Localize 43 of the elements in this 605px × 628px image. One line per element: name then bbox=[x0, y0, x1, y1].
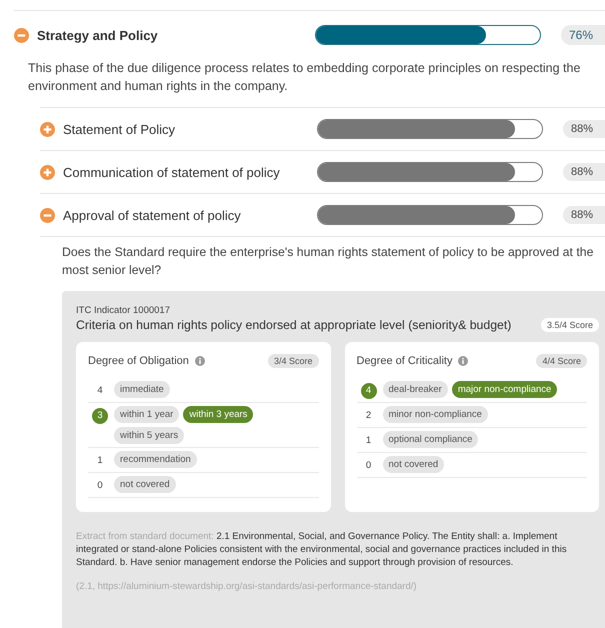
option-tag: not covered bbox=[382, 456, 444, 473]
score-badge: 3/4 Score bbox=[268, 354, 318, 368]
collapse-icon[interactable] bbox=[40, 208, 55, 222]
option-tag: within 5 years bbox=[114, 427, 184, 444]
section-description: This phase of the due diligence process relates to embedding corporate principles on respecting the environment and human rights in the company. bbox=[28, 60, 582, 95]
question-text: Does the Standard require the enterprise's human rights statement of policy to be approved at the most senior level? bbox=[62, 244, 594, 279]
score-marker: 3 bbox=[92, 408, 108, 424]
score-badge: 3.5/4 Score bbox=[540, 318, 599, 332]
subsection-title[interactable]: Communication of statement of policy bbox=[63, 164, 317, 180]
score-value: 1 bbox=[364, 434, 372, 448]
percent-badge: 88% bbox=[563, 206, 605, 224]
info-icon[interactable] bbox=[194, 356, 205, 366]
info-icon[interactable] bbox=[458, 356, 468, 366]
collapse-icon[interactable] bbox=[14, 28, 29, 42]
subsection-title[interactable]: Approval of statement of policy bbox=[63, 208, 317, 222]
option-tag: immediate bbox=[114, 381, 170, 398]
option-tag: optional compliance bbox=[382, 431, 478, 448]
option-tag: within 1 year bbox=[114, 406, 180, 423]
score-value: 2 bbox=[364, 409, 372, 423]
dimension-title: Degree of Criticality bbox=[356, 355, 452, 367]
score-marker: 4 bbox=[360, 383, 376, 399]
dimension-title: Degree of Obligation bbox=[88, 355, 189, 367]
expand-icon[interactable] bbox=[40, 164, 55, 180]
option-tag: deal-breaker bbox=[382, 381, 448, 398]
subsection-title[interactable]: Statement of Policy bbox=[63, 122, 317, 136]
option-tag: recommendation bbox=[114, 451, 197, 468]
option-tag: not covered bbox=[114, 476, 176, 493]
indicator-label: ITC Indicator 1000017 bbox=[76, 305, 172, 316]
percent-badge: 88% bbox=[563, 163, 605, 181]
score-value: 0 bbox=[96, 479, 104, 493]
option-tag: within 3 years bbox=[183, 406, 254, 423]
option-tag: minor non-compliance bbox=[382, 406, 488, 423]
indicator-title: Criteria on human rights policy endorsed at appropriate level (seniority& budget) bbox=[76, 318, 512, 332]
percent-badge: 76% bbox=[561, 25, 605, 45]
score-badge: 4/4 Score bbox=[536, 354, 587, 368]
extract-text: Extract from standard document: 2.1 Environmental, Social, and Governance Policy. The Entity shall: a. Implement integrated or stand-alone Policies consistent with the environmental, social and governance practices included in this Standard. b. Have senior management endorse the Policies and support through provision of resources. bbox=[76, 530, 568, 569]
score-value: 4 bbox=[96, 384, 104, 398]
percent-badge: 88% bbox=[563, 120, 605, 138]
option-tag: major non-compliance bbox=[452, 381, 558, 398]
expand-icon[interactable] bbox=[40, 122, 55, 136]
score-value: 1 bbox=[96, 454, 104, 468]
section-title[interactable]: Strategy and Policy bbox=[37, 28, 315, 42]
score-value: 0 bbox=[364, 459, 372, 473]
